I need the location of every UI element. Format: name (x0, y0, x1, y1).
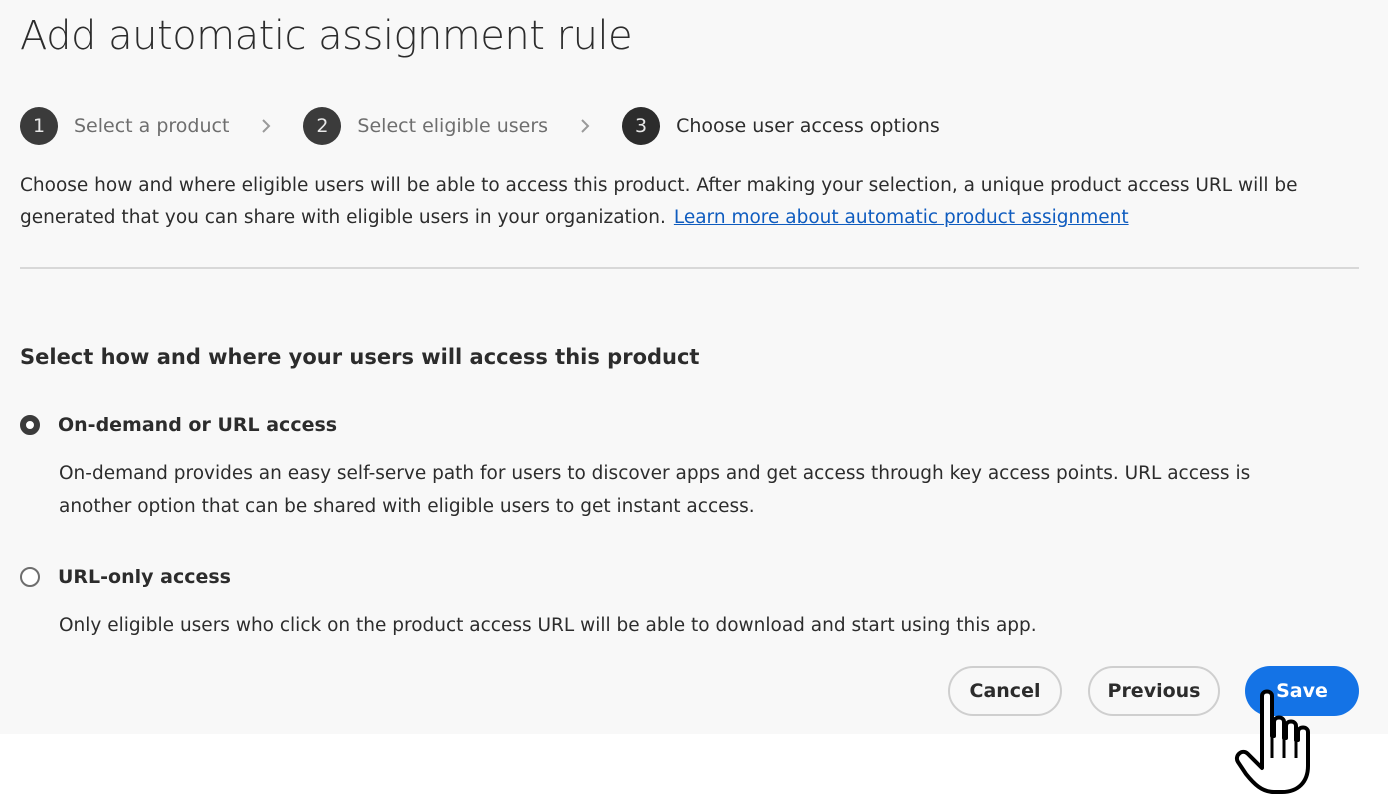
cancel-button[interactable]: Cancel (948, 666, 1062, 716)
radio-unchecked-icon[interactable] (20, 567, 40, 587)
radio-on-demand-or-url[interactable]: On-demand or URL access (20, 414, 337, 436)
page-title: Add automatic assignment rule (20, 13, 633, 59)
step-choose-access-options: 3 Choose user access options (622, 107, 940, 145)
step-select-product[interactable]: 1 Select a product (20, 107, 229, 145)
divider (20, 267, 1359, 269)
chevron-right-icon (261, 118, 271, 134)
section-heading: Select how and where your users will acc… (20, 345, 700, 369)
previous-button[interactable]: Previous (1088, 666, 1220, 716)
step-select-eligible-users[interactable]: 2 Select eligible users (303, 107, 548, 145)
radio-description: On-demand provides an easy self-serve pa… (59, 463, 1251, 517)
step-label: Select a product (74, 115, 230, 137)
hand-pointer-icon (1235, 689, 1310, 794)
assignment-rule-dialog: Add automatic assignment rule 1 Select a… (0, 0, 1388, 734)
radio-label: URL-only access (58, 566, 231, 588)
radio-description: Only eligible users who click on the pro… (59, 615, 1037, 636)
radio-label: On-demand or URL access (58, 414, 338, 436)
description: Choose how and where eligible users will… (20, 170, 1365, 234)
radio-url-only[interactable]: URL-only access (20, 566, 231, 588)
stepper: 1 Select a product 2 Select eligible use… (20, 106, 940, 146)
step-number-badge: 2 (303, 107, 342, 145)
learn-more-link[interactable]: Learn more about automatic product assig… (674, 207, 1129, 228)
radio-checked-icon[interactable] (20, 415, 40, 435)
step-label: Select eligible users (357, 115, 549, 137)
step-number-badge: 1 (20, 107, 58, 145)
step-number-badge: 3 (622, 107, 661, 145)
chevron-right-icon (580, 118, 590, 134)
step-label: Choose user access options (676, 115, 940, 137)
